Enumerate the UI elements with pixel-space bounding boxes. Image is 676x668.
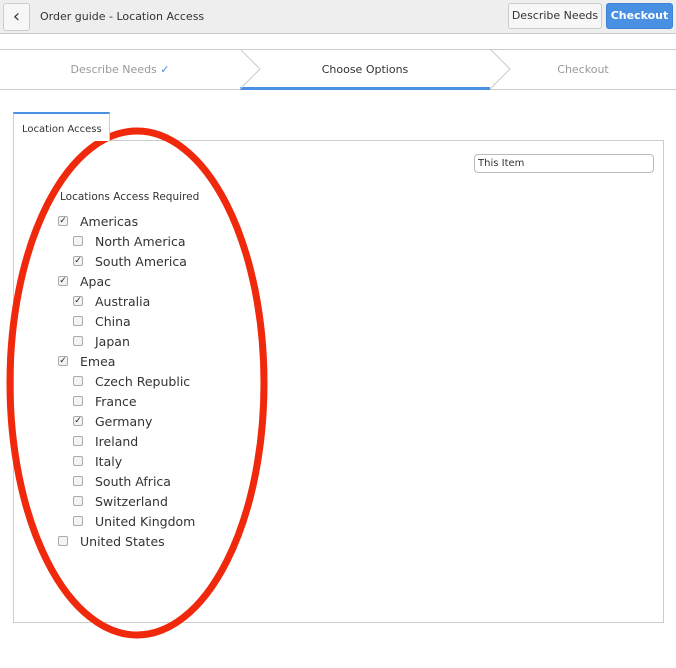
location-option[interactable]: France xyxy=(73,391,137,411)
location-option[interactable]: ✓ South America xyxy=(73,251,187,271)
checkbox[interactable]: ✓ xyxy=(73,416,83,426)
checkbox[interactable] xyxy=(73,456,83,466)
location-option[interactable]: Japan xyxy=(73,331,130,351)
checkbox[interactable] xyxy=(73,436,83,446)
option-label: Americas xyxy=(80,213,139,229)
option-label: United Kingdom xyxy=(95,513,196,529)
option-label: South Africa xyxy=(95,473,171,489)
checkbox[interactable]: ✓ xyxy=(58,216,68,226)
option-label: United States xyxy=(80,533,165,549)
option-label: Czech Republic xyxy=(95,373,191,389)
option-label: Apac xyxy=(80,273,112,289)
location-option[interactable]: Switzerland xyxy=(73,491,168,511)
item-name-input[interactable] xyxy=(474,154,654,173)
location-option[interactable]: Italy xyxy=(73,451,122,471)
back-button[interactable]: ‹ xyxy=(3,3,30,31)
checkbox[interactable] xyxy=(73,316,83,326)
option-label: Emea xyxy=(80,353,116,369)
option-label: Germany xyxy=(95,413,153,429)
step-dividers xyxy=(239,49,511,90)
location-option[interactable]: United States xyxy=(58,531,165,551)
location-option[interactable]: ✓ Emea xyxy=(58,351,115,371)
describe-needs-button[interactable]: Describe Needs xyxy=(508,3,602,29)
location-option[interactable]: Czech Republic xyxy=(73,371,190,391)
option-label: Italy xyxy=(95,453,123,469)
option-label: Switzerland xyxy=(95,493,168,509)
tab-location-access[interactable]: Location Access xyxy=(13,112,110,141)
checkbox[interactable]: ✓ xyxy=(58,356,68,366)
chevron-left-icon: ‹ xyxy=(12,6,21,27)
option-label: France xyxy=(95,393,137,409)
location-option[interactable]: South Africa xyxy=(73,471,171,491)
option-label: Ireland xyxy=(95,433,139,449)
option-label: South America xyxy=(95,253,187,269)
option-label: North America xyxy=(95,233,186,249)
checkbox[interactable] xyxy=(73,396,83,406)
option-label: Australia xyxy=(95,293,151,309)
checkbox[interactable] xyxy=(73,376,83,386)
header: ‹ Order guide - Location Access Describe… xyxy=(0,0,676,34)
location-option[interactable]: United Kingdom xyxy=(73,511,195,531)
checkbox[interactable] xyxy=(58,536,68,546)
checkbox[interactable]: ✓ xyxy=(73,296,83,306)
location-option[interactable]: North America xyxy=(73,231,186,251)
checkbox[interactable] xyxy=(73,516,83,526)
location-option[interactable]: ✓ Apac xyxy=(58,271,111,291)
location-option[interactable]: China xyxy=(73,311,131,331)
field-label: Locations Access Required xyxy=(60,191,200,203)
location-option[interactable]: Ireland xyxy=(73,431,138,451)
checkbox[interactable] xyxy=(73,476,83,486)
checkbox[interactable]: ✓ xyxy=(73,256,83,266)
checkbox[interactable] xyxy=(73,236,83,246)
stepper: Describe Needs ✓ Choose Options Checkout xyxy=(0,49,676,90)
checkbox[interactable] xyxy=(73,336,83,346)
checkbox[interactable]: ✓ xyxy=(58,276,68,286)
checkbox[interactable] xyxy=(73,496,83,506)
location-option[interactable]: ✓ Germany xyxy=(73,411,152,431)
option-label: China xyxy=(95,313,131,329)
option-label: Japan xyxy=(95,333,130,349)
location-option[interactable]: ✓ Australia xyxy=(73,291,150,311)
location-option[interactable]: ✓ Americas xyxy=(58,211,138,231)
checkout-button[interactable]: Checkout xyxy=(606,3,673,29)
page-title: Order guide - Location Access xyxy=(40,10,205,23)
